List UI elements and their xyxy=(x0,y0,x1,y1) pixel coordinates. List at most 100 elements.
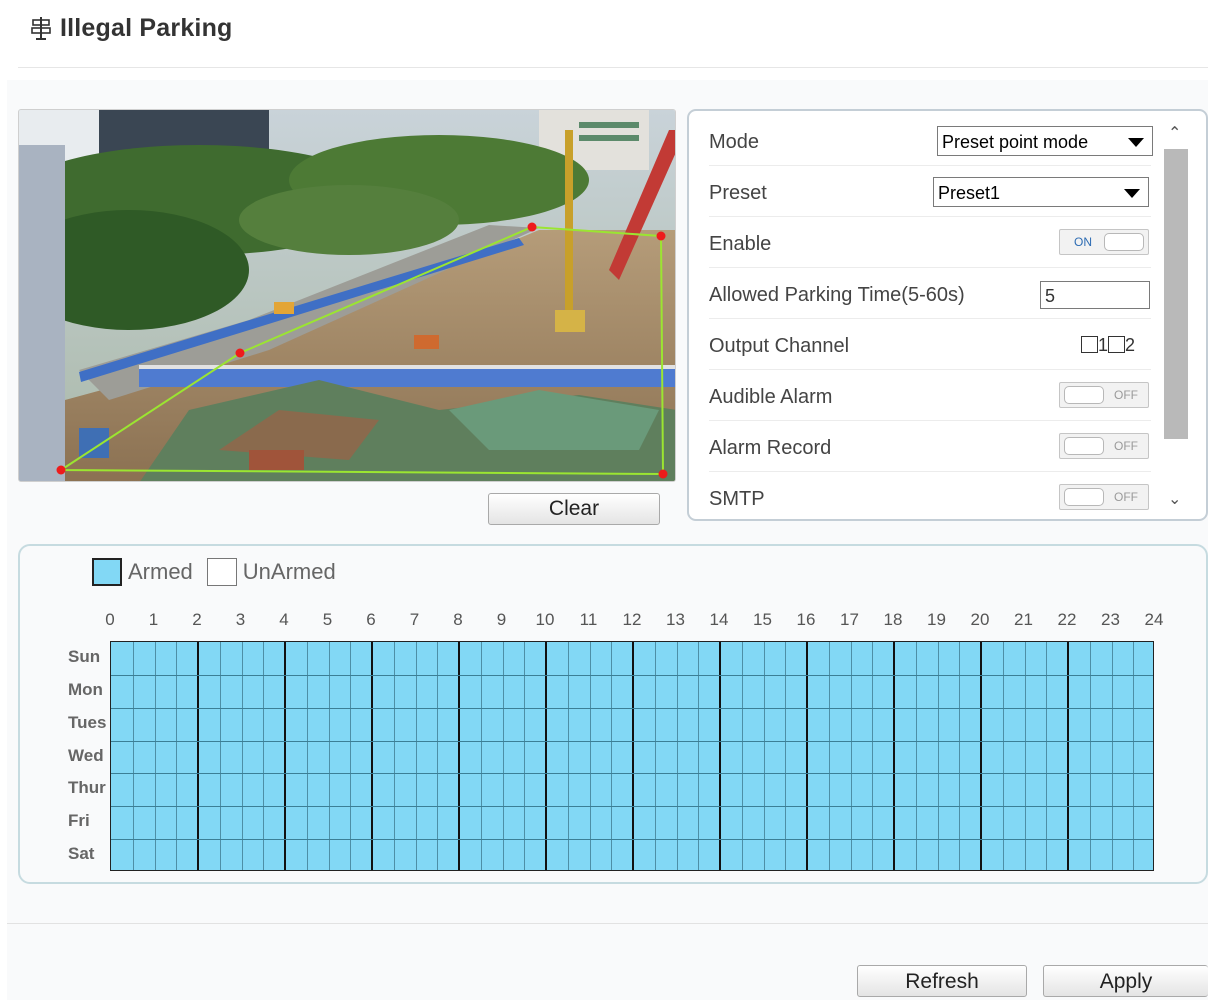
hour-label: 21 xyxy=(1014,610,1033,629)
polygon-point[interactable] xyxy=(56,465,66,475)
grid-line xyxy=(937,642,939,870)
grid-line xyxy=(828,642,830,870)
audible-alarm-toggle[interactable]: OFF xyxy=(1059,382,1149,408)
schedule-grid[interactable] xyxy=(110,641,1154,871)
scrollbar-thumb[interactable] xyxy=(1164,149,1188,439)
grid-line xyxy=(176,642,178,870)
grid-line xyxy=(328,642,330,870)
settings-scrollbar[interactable]: ⌃ ⌄ xyxy=(1164,119,1192,519)
hour-label: 19 xyxy=(927,610,946,629)
apply-button[interactable]: Apply xyxy=(1043,965,1208,997)
channel-2-label: 2 xyxy=(1125,335,1136,355)
video-frame[interactable] xyxy=(19,110,676,482)
hour-label: 0 xyxy=(105,610,115,629)
enable-toggle[interactable]: ON xyxy=(1059,229,1149,255)
hour-label: 1 xyxy=(148,610,159,629)
hour-label: 23 xyxy=(1101,610,1120,629)
grid-line xyxy=(371,642,373,870)
grid-line xyxy=(263,642,265,870)
toggle-knob xyxy=(1064,437,1104,455)
enable-label: Enable xyxy=(709,233,772,255)
channel-1-checkbox[interactable] xyxy=(1081,336,1098,353)
enable-row: Enable ON xyxy=(709,217,1151,268)
grid-line xyxy=(806,642,808,870)
preset-label: Preset xyxy=(709,182,767,204)
allowed-time-input[interactable]: 5 xyxy=(1040,281,1150,309)
grid-line xyxy=(306,642,308,870)
allowed-time-label: Allowed Parking Time(5-60s) xyxy=(709,284,965,306)
grid-line xyxy=(741,642,743,870)
grid-line xyxy=(480,642,482,870)
grid-line xyxy=(350,642,352,870)
toggle-knob xyxy=(1064,386,1104,404)
grid-line xyxy=(785,642,787,870)
grid-line xyxy=(502,642,504,870)
mode-select[interactable]: Preset point mode xyxy=(937,126,1153,156)
video-preview[interactable] xyxy=(18,109,676,482)
output-channel-options: 12 xyxy=(1081,335,1135,356)
grid-line xyxy=(111,839,1153,841)
grid-line xyxy=(676,642,678,870)
channel-1-label: 1 xyxy=(1098,335,1109,355)
clear-button[interactable]: Clear xyxy=(488,493,660,525)
signpost-icon xyxy=(31,17,51,40)
hour-axis: 0 1 2 3 4 5 6 7 8 9 10 11 12 13 14 15 16 17 18 19 20 21 22 23 24 xyxy=(20,610,1208,632)
hour-label: 4 xyxy=(279,610,289,629)
grid-line xyxy=(1024,642,1026,870)
audible-alarm-toggle-text: OFF xyxy=(1114,388,1138,402)
smtp-toggle-text: OFF xyxy=(1114,490,1138,504)
grid-line xyxy=(915,642,917,870)
alarm-record-toggle[interactable]: OFF xyxy=(1059,433,1149,459)
hour-label: 5 xyxy=(322,610,333,629)
page-header: Illegal Parking xyxy=(30,8,233,48)
grid-line xyxy=(197,642,199,870)
polygon-point[interactable] xyxy=(527,222,537,232)
armed-label: Armed xyxy=(128,559,193,584)
hour-label: 3 xyxy=(235,610,246,629)
grid-line xyxy=(698,642,700,870)
hour-label: 18 xyxy=(883,610,903,629)
smtp-toggle[interactable]: OFF xyxy=(1059,484,1149,510)
polygon-point[interactable] xyxy=(235,348,245,358)
grid-line xyxy=(632,642,634,870)
hour-label: 7 xyxy=(409,610,420,629)
grid-line xyxy=(415,642,417,870)
grid-line xyxy=(458,642,460,870)
scroll-down-icon[interactable]: ⌄ xyxy=(1168,489,1181,509)
alarm-record-toggle-text: OFF xyxy=(1114,439,1138,453)
hour-label: 16 xyxy=(796,610,816,629)
polygon-point[interactable] xyxy=(656,231,666,241)
grid-line xyxy=(872,642,874,870)
preset-select[interactable]: Preset1 xyxy=(933,177,1149,207)
day-label: Fri xyxy=(68,811,90,831)
grid-line xyxy=(111,773,1153,775)
hour-label: 12 xyxy=(622,610,642,629)
channel-2-checkbox[interactable] xyxy=(1108,336,1126,353)
grid-line xyxy=(1089,642,1091,870)
mode-row: Mode Preset point mode xyxy=(709,115,1153,166)
grid-line xyxy=(111,707,1153,709)
unarmed-swatch[interactable] xyxy=(206,558,237,586)
grid-line xyxy=(111,674,1153,676)
toggle-knob xyxy=(1104,233,1144,251)
smtp-label: SMTP xyxy=(709,488,765,510)
page-title: Illegal Parking xyxy=(60,13,233,42)
grid-line xyxy=(284,642,286,870)
armed-swatch[interactable] xyxy=(92,558,122,586)
grid-line xyxy=(524,642,526,870)
grid-line xyxy=(719,642,721,870)
scroll-up-icon[interactable]: ⌃ xyxy=(1168,123,1181,143)
settings-panel: Mode Preset point mode Preset Preset1 En… xyxy=(687,109,1208,521)
header-divider xyxy=(18,67,1208,68)
grid-line xyxy=(241,642,243,870)
polygon-point[interactable] xyxy=(658,469,668,479)
grid-line xyxy=(654,642,656,870)
grid-line xyxy=(393,642,395,870)
grid-line xyxy=(763,642,765,870)
refresh-button[interactable]: Refresh xyxy=(857,965,1027,997)
grid-line xyxy=(567,642,569,870)
grid-line xyxy=(1046,642,1048,870)
hour-label: 10 xyxy=(535,610,555,629)
grid-line xyxy=(132,642,134,870)
illegal-parking-page: Illegal Parking Clear Mode Preset point … xyxy=(0,0,1208,1000)
